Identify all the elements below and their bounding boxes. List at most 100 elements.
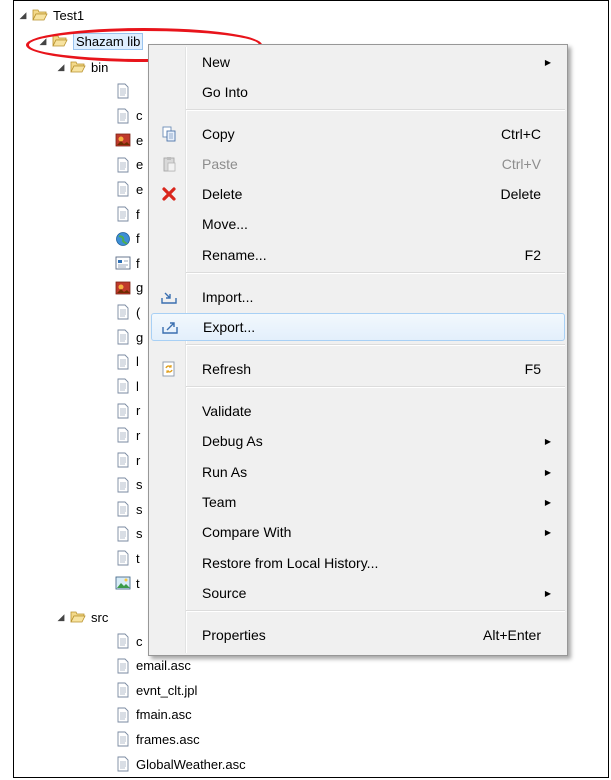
tree-item-label: r (136, 427, 141, 443)
file-icon (115, 157, 131, 173)
submenu-arrow-icon: ▶ (544, 467, 551, 477)
menu-item-import[interactable]: Import... (151, 283, 565, 311)
menu-item-export[interactable]: Export... (151, 313, 565, 341)
menu-item-debug-as[interactable]: Debug As ▶ (151, 427, 565, 455)
file-icon (115, 731, 131, 747)
tree-file-item[interactable]: s (115, 523, 143, 545)
tree-file-item[interactable]: f (115, 203, 140, 225)
tree-item-label: src (91, 609, 109, 625)
tree-file-item[interactable]: r (115, 424, 140, 446)
menu-item-properties[interactable]: Properties Alt+Enter (151, 621, 565, 649)
tree-file-item[interactable]: s (115, 498, 143, 520)
file-icon (115, 477, 131, 493)
menu-item-compare-with[interactable]: Compare With ▶ (151, 518, 565, 546)
menu-item-label: Source (202, 585, 247, 601)
menu-separator (186, 272, 565, 274)
tree-file-item[interactable] (115, 80, 136, 102)
tree-file-item[interactable]: email.asc (115, 655, 191, 677)
tree-file-item[interactable]: c (115, 630, 143, 652)
menu-item-validate[interactable]: Validate (151, 397, 565, 425)
menu-item-run-as[interactable]: Run As ▶ (151, 458, 565, 486)
menu-item-restore-from-local-history[interactable]: Restore from Local History... (151, 549, 565, 577)
tree-item-label: f (136, 206, 140, 222)
menu-item-label: Import... (202, 289, 254, 305)
tree-file-item[interactable]: ( (115, 301, 140, 323)
file-icon (115, 756, 131, 772)
file-icon (115, 354, 131, 370)
expand-arrow-icon[interactable]: ◢ (56, 612, 66, 623)
menu-item-move[interactable]: Move... (151, 210, 565, 238)
menu-item-rename[interactable]: Rename... F2 (151, 241, 565, 269)
context-menu: New ▶ Go Into Copy Ctrl+C Paste Ctrl+V Delete De… (148, 44, 568, 656)
tree-file-item[interactable]: f (115, 252, 140, 274)
menu-separator (186, 344, 565, 346)
tree-item-label: e (136, 157, 144, 173)
menu-item-label: Paste (202, 156, 238, 172)
tree-item-src[interactable]: ◢ src (56, 606, 109, 628)
tree-file-item[interactable]: e (115, 178, 143, 200)
tree-item-label: Test1 (53, 7, 85, 23)
tree-file-item[interactable]: g (115, 326, 143, 348)
tree-file-item[interactable]: l (115, 351, 139, 373)
menu-item-label: Refresh (202, 361, 252, 377)
tree-item-project[interactable]: ◢ Test1 (18, 4, 85, 26)
tree-item-label: email.asc (136, 658, 191, 674)
submenu-arrow-icon: ▶ (544, 497, 551, 507)
menu-item-copy[interactable]: Copy Ctrl+C (151, 120, 565, 148)
tree-item-label: e (136, 132, 144, 148)
menu-item-paste[interactable]: Paste Ctrl+V (151, 150, 565, 178)
menu-item-label: New (202, 54, 231, 70)
menu-item-go-into[interactable]: Go Into (151, 78, 565, 106)
tree-item-label: evnt_clt.jpl (136, 682, 198, 698)
submenu-arrow-icon: ▶ (544, 436, 551, 446)
expand-arrow-icon[interactable]: ◢ (56, 62, 66, 73)
menu-item-delete[interactable]: Delete Delete (151, 180, 565, 208)
file-icon (115, 501, 131, 517)
file-icon (115, 304, 131, 320)
menu-item-shortcut: F2 (524, 247, 541, 263)
file-icon (115, 427, 131, 443)
paste-icon (151, 156, 187, 172)
tree-item-label: s (136, 477, 143, 493)
tree-file-item[interactable]: c (115, 105, 143, 127)
tree-item-bin[interactable]: ◢ bin (56, 56, 109, 78)
tree-item-label: l (136, 378, 139, 394)
file-icon (115, 550, 131, 566)
menu-item-new[interactable]: New ▶ (151, 48, 565, 76)
menu-item-source[interactable]: Source ▶ (151, 579, 565, 607)
file-icon (115, 378, 131, 394)
tree-item-label: fmain.asc (136, 707, 192, 723)
tree-file-item[interactable]: frames.asc (115, 728, 200, 750)
tree-file-item[interactable]: r (115, 449, 140, 471)
tree-file-item[interactable]: t (115, 572, 140, 594)
tree-file-item[interactable]: t (115, 547, 140, 569)
tree-item-label: ( (136, 304, 141, 320)
submenu-arrow-icon: ▶ (544, 588, 551, 598)
file-icon (115, 452, 131, 468)
tree-item-label: g (136, 329, 144, 345)
menu-item-label: Move... (202, 216, 248, 232)
tree-file-item[interactable]: g (115, 277, 143, 299)
tree-item-label: g (136, 280, 144, 296)
tree-item-label: c (136, 108, 143, 124)
tree-file-item[interactable]: f (115, 228, 140, 250)
tree-file-item[interactable]: s (115, 474, 143, 496)
tree-file-item[interactable]: evnt_clt.jpl (115, 679, 197, 701)
tree-file-item[interactable]: r (115, 400, 140, 422)
tree-file-item[interactable]: GlobalWeather.asc (115, 753, 246, 775)
tree-item-label: e (136, 181, 144, 197)
menu-item-shortcut: F5 (524, 361, 541, 377)
menu-item-refresh[interactable]: Refresh F5 (151, 355, 565, 383)
menu-separator (186, 610, 565, 612)
menu-item-team[interactable]: Team ▶ (151, 488, 565, 516)
form-icon (115, 255, 131, 271)
file-icon (115, 707, 131, 723)
expand-arrow-icon[interactable]: ◢ (18, 10, 28, 21)
tree-file-item[interactable]: e (115, 154, 143, 176)
tree-file-item[interactable]: l (115, 375, 139, 397)
tree-file-item[interactable]: fmain.asc (115, 704, 192, 726)
menu-item-shortcut: Ctrl+C (500, 126, 541, 142)
tree-item-label: c (136, 633, 143, 649)
tree-file-item[interactable]: e (115, 129, 143, 151)
folder-open-icon (70, 59, 86, 75)
